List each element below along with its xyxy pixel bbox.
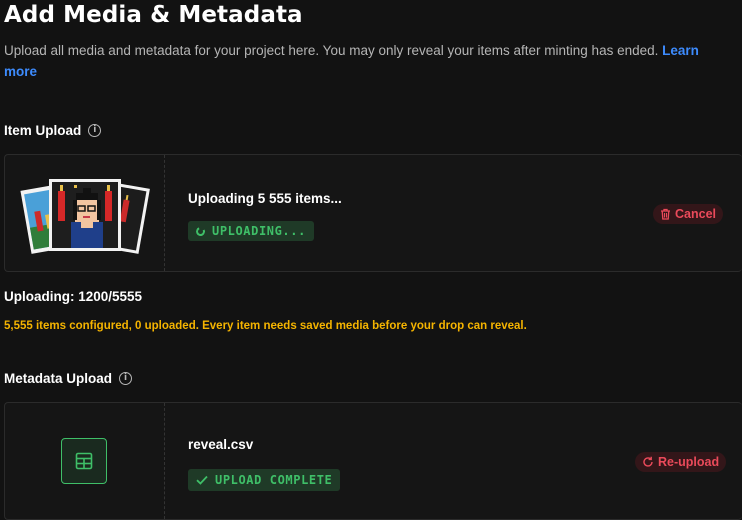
metadata-preview [5, 403, 165, 519]
info-icon[interactable]: i [119, 372, 133, 385]
check-icon [196, 475, 208, 485]
upload-complete-badge: UPLOAD COMPLETE [188, 469, 341, 491]
upload-warning-text: 5,555 items configured, 0 uploaded. Ever… [4, 320, 527, 332]
metadata-upload-heading-label: Metadata Upload [4, 371, 113, 386]
metadata-file-name: reveal.csv [188, 437, 254, 452]
re-upload-button[interactable]: Re-upload [635, 452, 727, 472]
metadata-upload-card: reveal.csv UPLOAD COMPLETE Re-upload [4, 402, 742, 520]
item-upload-heading: Item Upload i [4, 123, 102, 138]
re-upload-button-label: Re-upload [658, 455, 720, 469]
upload-card-title: Uploading 5 555 items... [188, 191, 342, 206]
item-upload-card: Uploading 5 555 items... UPLOADING... Ca… [4, 154, 742, 272]
refresh-icon [643, 456, 653, 467]
page-title: Add Media & Metadata [4, 2, 303, 28]
spinner-icon [194, 225, 207, 237]
description-text: Upload all media and metadata for your p… [4, 43, 659, 58]
table-icon [75, 452, 93, 470]
page-description: Upload all media and metadata for your p… [4, 40, 734, 82]
info-icon[interactable]: i [88, 124, 102, 137]
uploading-status-badge: UPLOADING... [188, 221, 314, 241]
metadata-upload-heading: Metadata Upload i [4, 371, 133, 386]
item-preview-thumbnail [5, 155, 165, 271]
upload-progress-text: Uploading: 1200/5555 [4, 289, 143, 304]
item-upload-heading-label: Item Upload [4, 123, 82, 138]
csv-file-tile [61, 438, 107, 484]
uploading-status-label: UPLOADING... [212, 224, 306, 238]
nft-stack-image [20, 179, 150, 254]
upload-complete-label: UPLOAD COMPLETE [215, 473, 333, 487]
trash-icon [661, 208, 670, 220]
cancel-button-label: Cancel [675, 207, 716, 221]
page: Add Media & Metadata Upload all media an… [0, 0, 742, 520]
cancel-button[interactable]: Cancel [653, 204, 723, 224]
